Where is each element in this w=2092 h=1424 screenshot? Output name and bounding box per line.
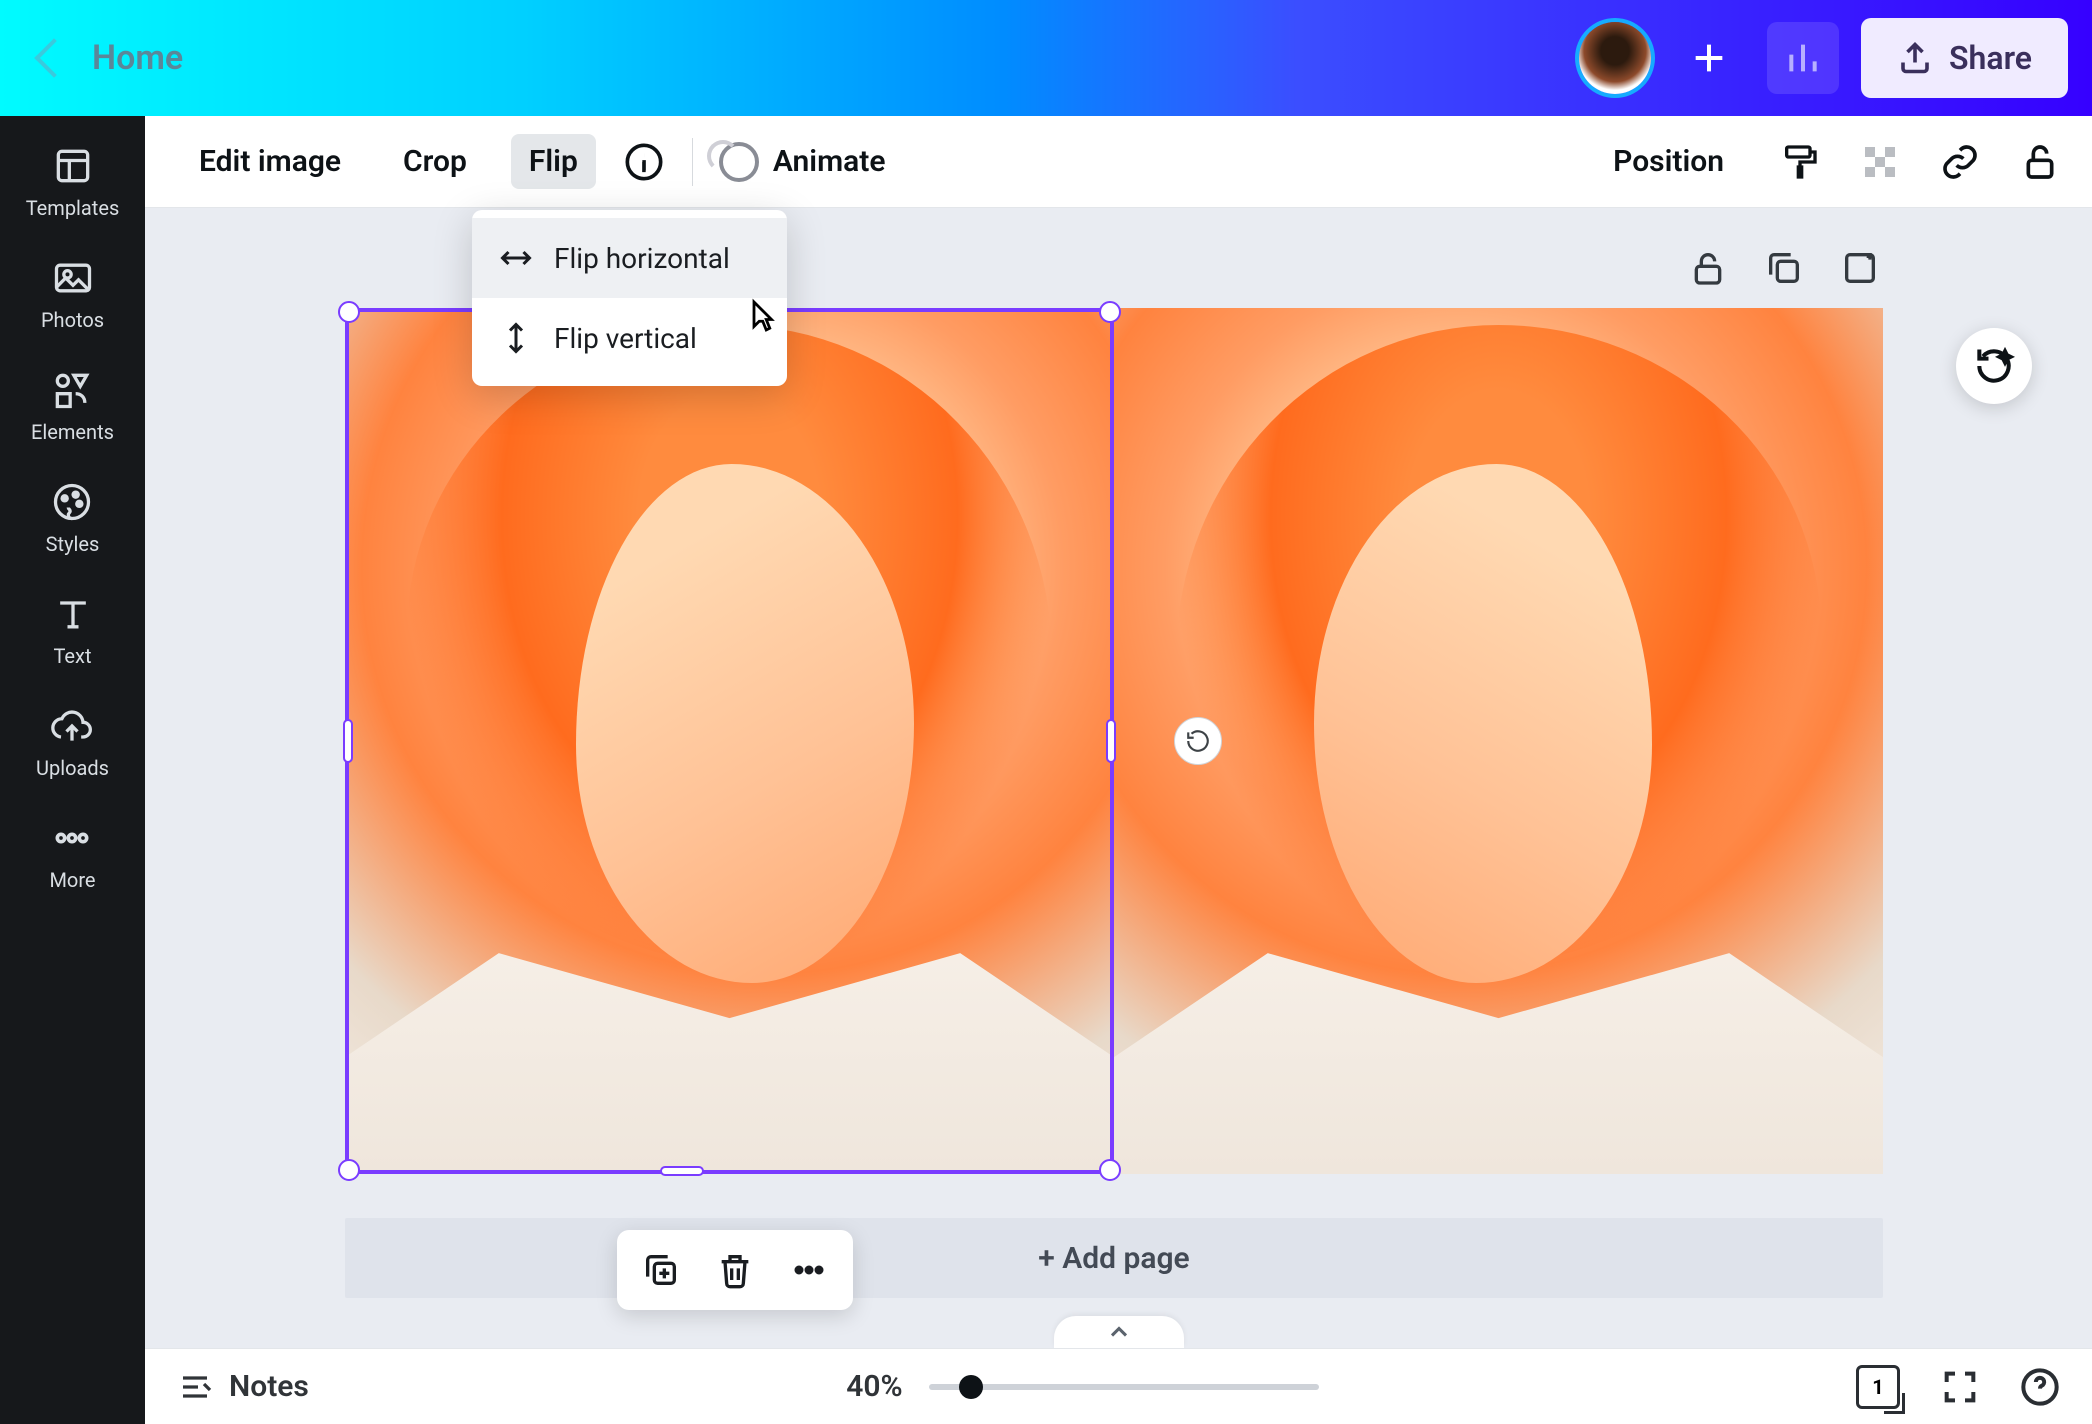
notes-icon — [177, 1369, 213, 1405]
header-left-group: Home — [40, 38, 183, 78]
add-blank-page-icon[interactable] — [1840, 248, 1880, 288]
share-icon — [1897, 40, 1933, 76]
sidebar-item-label: More — [49, 868, 95, 892]
elements-icon — [50, 368, 94, 412]
trash-icon[interactable] — [715, 1250, 755, 1290]
flip-button[interactable]: Flip — [511, 134, 596, 189]
context-toolbar: Edit image Crop Flip Animate Position — [145, 116, 2092, 208]
sidebar-item-label: Text — [53, 644, 91, 668]
chevron-up-icon — [1105, 1318, 1133, 1346]
add-collaborator-button[interactable] — [1673, 22, 1745, 94]
flip-vertical-icon — [498, 320, 534, 356]
zoom-control: 40% — [846, 1369, 1318, 1404]
link-icon — [1940, 142, 1980, 182]
more-icon — [50, 816, 94, 860]
uploads-icon — [50, 704, 94, 748]
text-icon — [51, 592, 95, 636]
artboard[interactable] — [345, 308, 1883, 1174]
share-button[interactable]: Share — [1861, 18, 2068, 98]
sidebar-item-text[interactable]: Text — [51, 592, 95, 668]
more-horizontal-icon[interactable] — [789, 1250, 829, 1290]
lock-page-icon[interactable] — [1688, 248, 1728, 288]
avatar[interactable] — [1579, 22, 1651, 94]
flip-horizontal-item[interactable]: Flip horizontal — [472, 218, 787, 298]
expand-pages-tab[interactable] — [1054, 1316, 1184, 1348]
info-button[interactable] — [622, 140, 666, 184]
add-page-label: + Add page — [1038, 1241, 1189, 1276]
templates-icon — [51, 144, 95, 188]
home-button[interactable]: Home — [92, 38, 183, 78]
sidebar-item-styles[interactable]: Styles — [46, 480, 100, 556]
analytics-button[interactable] — [1767, 22, 1839, 94]
rotate-icon — [1185, 728, 1211, 754]
rotate-handle[interactable] — [1174, 717, 1222, 765]
zoom-slider[interactable] — [929, 1384, 1319, 1390]
page-quick-actions — [617, 1230, 853, 1310]
share-button-label: Share — [1949, 39, 2032, 77]
sidebar-item-uploads[interactable]: Uploads — [36, 704, 109, 780]
bottom-right-controls: 1 — [1856, 1365, 2060, 1409]
transparency-button[interactable] — [1858, 140, 1902, 184]
sidebar-item-label: Elements — [31, 420, 114, 444]
cursor-pointer-icon — [740, 295, 782, 341]
lock-button[interactable] — [2018, 140, 2062, 184]
zoom-value[interactable]: 40% — [846, 1369, 902, 1404]
crop-button[interactable]: Crop — [385, 134, 485, 189]
animate-button[interactable]: Animate — [719, 142, 886, 182]
toolbar-divider — [692, 138, 693, 186]
plus-icon — [1689, 38, 1729, 78]
app-top-header: Home Share — [0, 0, 2092, 116]
sparkle-refresh-icon — [1972, 344, 2016, 388]
lock-open-icon — [2020, 142, 2060, 182]
style-copy-button[interactable] — [1778, 140, 1822, 184]
canvas-area[interactable]: + Add page — [145, 208, 2092, 1348]
duplicate-page-icon[interactable] — [1764, 248, 1804, 288]
context-toolbar-left: Edit image Crop Flip Animate — [181, 134, 885, 189]
animate-icon — [719, 142, 759, 182]
back-chevron-icon[interactable] — [34, 38, 74, 78]
zoom-slider-thumb[interactable] — [959, 1375, 983, 1399]
flip-horizontal-icon — [498, 240, 534, 276]
sidebar-item-label: Styles — [46, 532, 100, 556]
canvas-image-right[interactable] — [1114, 308, 1883, 1174]
sidebar-item-elements[interactable]: Elements — [31, 368, 114, 444]
sidebar-item-label: Templates — [26, 196, 120, 220]
sidebar-item-more[interactable]: More — [49, 816, 95, 892]
sidebar-item-label: Uploads — [36, 756, 109, 780]
chart-icon — [1783, 38, 1823, 78]
info-icon — [624, 142, 664, 182]
fullscreen-icon[interactable] — [1940, 1367, 1980, 1407]
add-page-button[interactable]: + Add page — [345, 1218, 1883, 1298]
page-count-button[interactable]: 1 — [1856, 1365, 1900, 1409]
left-sidebar: Templates Photos Elements Styles Text Up… — [0, 116, 145, 1424]
context-toolbar-right: Position — [1595, 134, 2062, 189]
link-button[interactable] — [1938, 140, 1982, 184]
transparency-icon — [1860, 142, 1900, 182]
sidebar-item-templates[interactable]: Templates — [26, 144, 120, 220]
styles-icon — [50, 480, 94, 524]
sidebar-item-photos[interactable]: Photos — [41, 256, 104, 332]
header-right-group: Share — [1579, 18, 2068, 98]
animate-label: Animate — [773, 144, 886, 179]
page-controls — [1688, 248, 1880, 288]
sidebar-item-label: Photos — [41, 308, 104, 332]
bottom-status-bar: Notes 40% 1 — [145, 1348, 2092, 1424]
magic-button[interactable] — [1956, 328, 2032, 404]
photos-icon — [51, 256, 95, 300]
paint-roller-icon — [1780, 142, 1820, 182]
position-button[interactable]: Position — [1595, 134, 1742, 189]
canvas-image-left[interactable] — [345, 308, 1114, 1174]
duplicate-icon[interactable] — [641, 1250, 681, 1290]
notes-label: Notes — [229, 1369, 309, 1404]
flip-vertical-label: Flip vertical — [554, 322, 697, 355]
flip-horizontal-label: Flip horizontal — [554, 242, 730, 275]
help-icon[interactable] — [2020, 1367, 2060, 1407]
notes-button[interactable]: Notes — [177, 1369, 309, 1405]
edit-image-button[interactable]: Edit image — [181, 134, 359, 189]
